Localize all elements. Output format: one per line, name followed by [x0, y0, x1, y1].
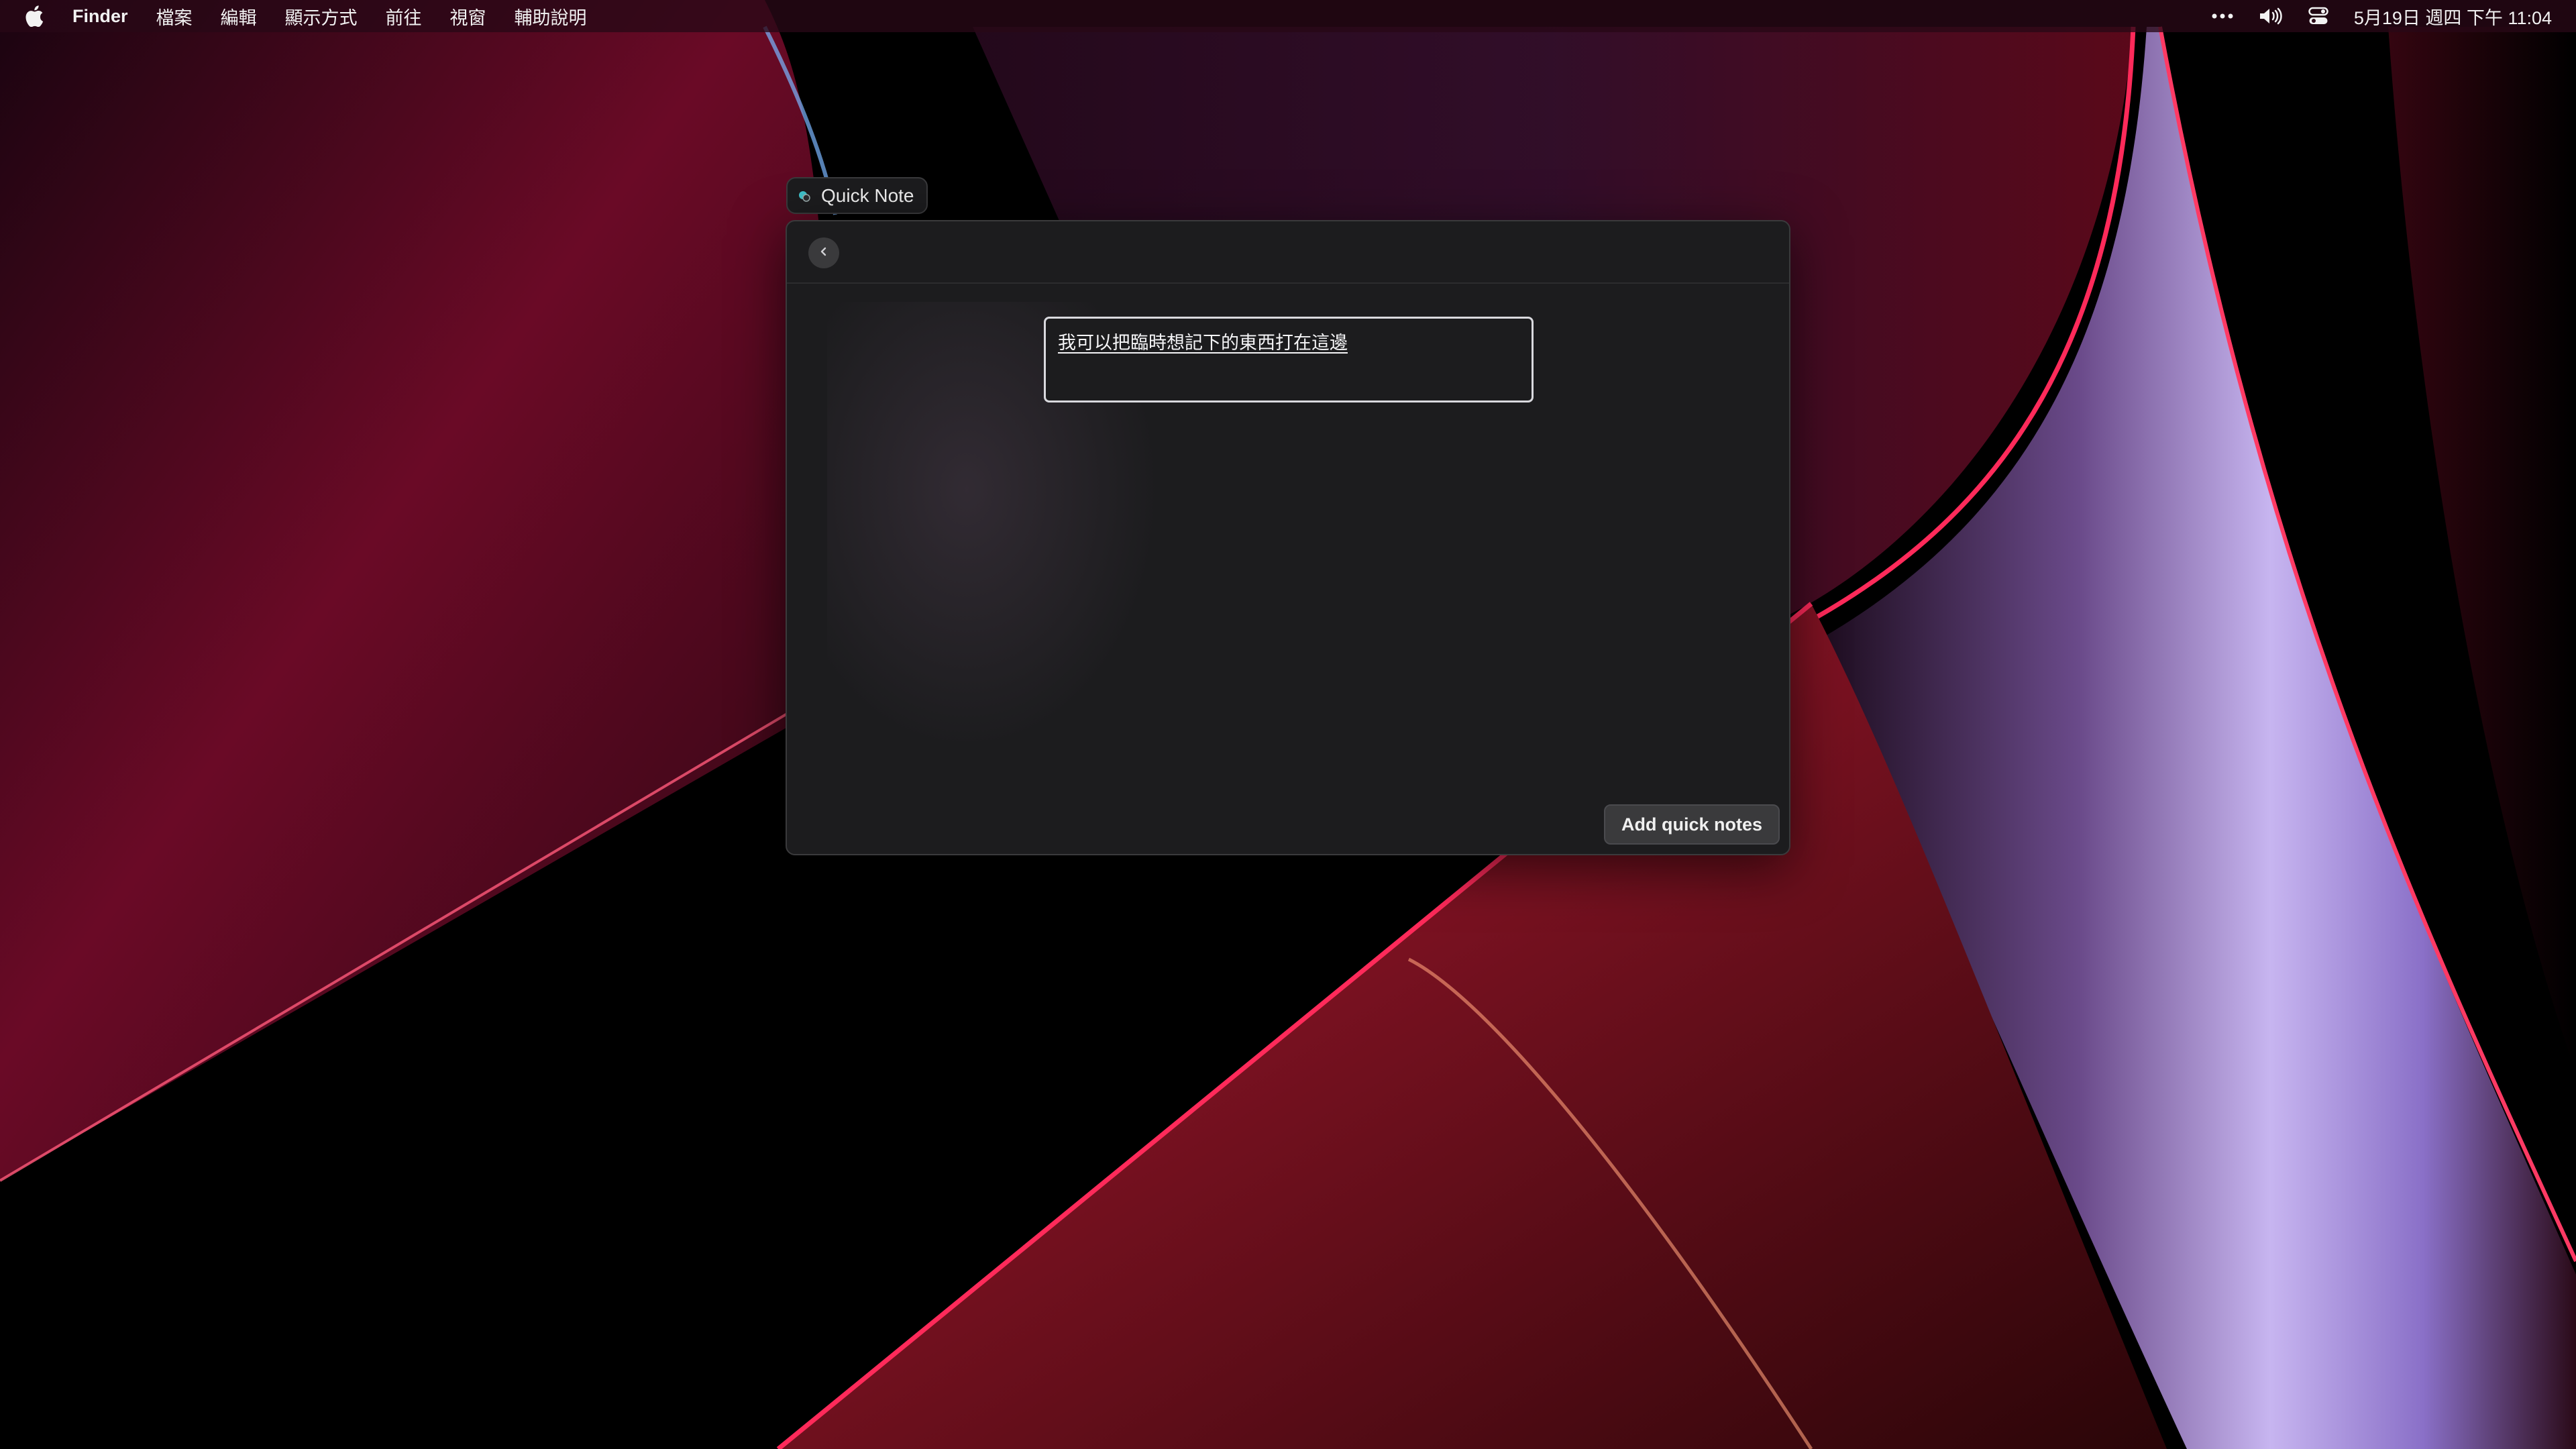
chevron-left-icon [819, 246, 828, 261]
content-input[interactable]: 我可以把臨時想記下的東西打在這邊 [1044, 317, 1534, 402]
quick-note-window: Content 我可以把臨時想記下的東西打在這邊 Add quick notes [786, 220, 1790, 855]
volume-icon[interactable] [2259, 7, 2283, 25]
quick-note-app-icon [797, 189, 812, 203]
menu-item-go[interactable]: 前往 [386, 3, 422, 30]
quick-note-app-title: Quick Note [821, 184, 914, 206]
menu-bar-right: 5月19日 週四 下午 11:04 [2186, 0, 2552, 32]
apple-menu-icon[interactable] [24, 5, 44, 28]
control-center-icon[interactable] [2308, 7, 2328, 25]
menu-item-edit[interactable]: 編輯 [221, 3, 257, 30]
more-icon[interactable] [2212, 13, 2233, 19]
window-titlebar [787, 221, 1789, 284]
menu-bar-left: Finder 檔案 編輯 顯示方式 前往 視窗 輔助說明 [0, 0, 615, 32]
menu-app-name[interactable]: Finder [72, 6, 128, 27]
menu-item-file[interactable]: 檔案 [156, 3, 193, 30]
menu-bar: Finder 檔案 編輯 顯示方式 前往 視窗 輔助說明 5月19日 週四 下午… [0, 0, 2576, 32]
quick-note-app-label: Quick Note [786, 177, 928, 214]
menu-item-window[interactable]: 視窗 [450, 3, 486, 30]
menu-item-view[interactable]: 顯示方式 [285, 3, 358, 30]
add-quick-notes-button[interactable]: Add quick notes [1603, 804, 1780, 845]
menu-bar-clock[interactable]: 5月19日 週四 下午 11:04 [2354, 3, 2552, 30]
desktop: Finder 檔案 編輯 顯示方式 前往 視窗 輔助說明 5月19日 週四 下午… [0, 0, 2576, 1449]
back-button[interactable] [808, 237, 839, 268]
menu-item-help[interactable]: 輔助說明 [515, 3, 587, 30]
